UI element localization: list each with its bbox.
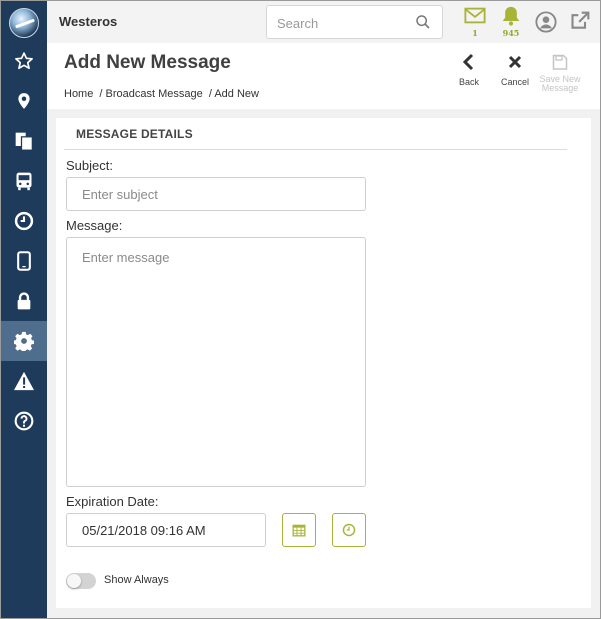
clock-icon [14,211,34,231]
notification-count: 945 [502,28,520,38]
breadcrumb-home[interactable]: Home [64,88,93,100]
message-label: Message: [66,218,123,233]
breadcrumb: Home / Broadcast Message / Add New [64,88,262,100]
search-input[interactable] [277,14,407,32]
sidebar-item-vehicles[interactable] [1,161,47,201]
clock-icon [342,523,356,537]
bus-icon [16,172,32,191]
save-label-line2: Message [541,83,579,93]
sidebar-item-schedule[interactable] [1,201,47,241]
star-icon [15,52,33,70]
expiration-date-label: Expiration Date: [66,494,159,509]
page-title: Add New Message [64,52,231,73]
mail-icon [464,7,486,24]
search-icon[interactable] [415,14,431,30]
sidebar [1,1,47,618]
documents-icon [15,132,33,151]
lock-icon [17,291,31,309]
show-always-label: Show Always [104,574,169,586]
help-icon [14,411,34,431]
section-divider [64,149,567,150]
sidebar-item-alerts[interactable] [1,361,47,401]
messages-button[interactable]: 1 [459,1,491,43]
app-name: Westeros [59,14,118,29]
message-textarea[interactable] [66,237,366,487]
app-logo[interactable] [9,8,39,38]
show-always-toggle[interactable] [66,573,96,589]
date-picker-button[interactable] [282,513,316,547]
top-bar: Westeros 1 945 [47,1,600,43]
app-window: Westeros 1 945 Add New Message Home / Br… [0,0,601,619]
map-pin-icon [18,93,30,109]
sidebar-item-help[interactable] [1,401,47,441]
page-header: Add New Message Home / Broadcast Message… [47,43,600,109]
calendar-icon [292,524,306,537]
time-picker-button[interactable] [332,513,366,547]
sidebar-item-favorites[interactable] [1,41,47,81]
subject-label: Subject: [66,158,113,173]
message-details-card: MESSAGE DETAILS Subject: Message: Expira… [56,118,591,608]
user-profile-icon[interactable] [535,11,557,33]
sidebar-item-documents[interactable] [1,121,47,161]
expiration-date-input[interactable] [66,513,266,547]
sidebar-item-settings[interactable] [1,321,47,361]
breadcrumb-add-new: / Add New [208,88,259,100]
breadcrumb-broadcast-message[interactable]: / Broadcast Message [99,88,202,100]
warning-icon [14,371,34,391]
mail-count: 1 [472,28,478,38]
sidebar-item-devices[interactable] [1,241,47,281]
gear-icon [14,331,34,351]
back-button[interactable]: Back [454,53,484,87]
chevron-left-icon [462,53,474,71]
bell-icon [502,6,520,26]
save-new-message-button[interactable]: Save New Message [538,53,582,93]
cancel-label: Cancel [500,77,529,87]
tablet-icon [17,251,31,271]
sidebar-item-security[interactable] [1,281,47,321]
notifications-button[interactable]: 945 [496,1,528,43]
sidebar-item-locations[interactable] [1,81,47,121]
cancel-button[interactable]: Cancel [497,53,533,87]
search-box[interactable] [266,5,443,39]
section-title: MESSAGE DETAILS [76,127,193,141]
external-link-icon[interactable] [570,11,590,31]
subject-input[interactable] [66,177,366,211]
close-icon [508,55,522,69]
save-icon [552,54,568,70]
back-label: Back [458,77,479,87]
